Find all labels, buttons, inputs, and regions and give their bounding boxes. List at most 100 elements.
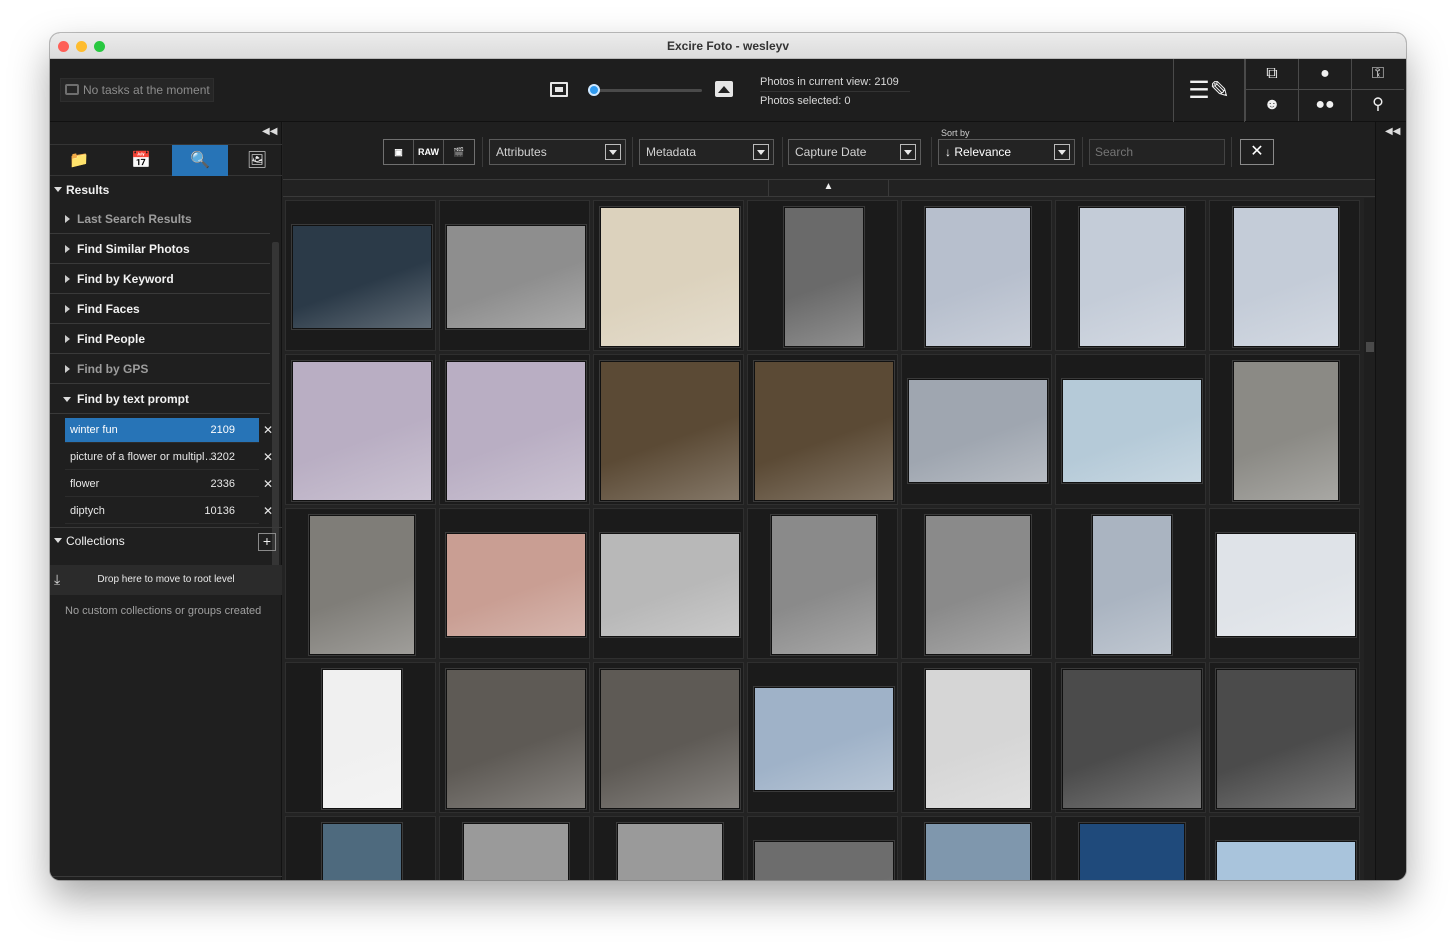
photo-thumbnail-snowy-pines[interactable] — [924, 822, 1031, 880]
photo-thumbnail-family-sled[interactable] — [907, 378, 1048, 483]
photo-thumbnail-dog-trees-snow[interactable] — [1078, 206, 1185, 347]
photo-thumbnail-mountain-forest[interactable] — [321, 822, 402, 880]
photo-thumbnail-man-woods[interactable] — [1232, 360, 1339, 501]
photo-thumbnail-bw-portrait-snow[interactable] — [445, 224, 586, 329]
photo-cell[interactable] — [285, 354, 436, 505]
collections-header[interactable]: Collections + — [50, 527, 282, 557]
photo-cell[interactable] — [439, 662, 590, 813]
photo-thumbnail-snowy-lake[interactable] — [753, 686, 894, 791]
photo-thumbnail-diptych-sledding[interactable] — [321, 668, 402, 809]
photo-cell[interactable] — [1055, 662, 1206, 813]
photo-cell[interactable] — [593, 816, 744, 880]
photo-cell[interactable] — [747, 508, 898, 659]
gps-button[interactable]: ● — [1298, 59, 1351, 90]
photo-thumbnail-bw-parent-child-2[interactable] — [924, 514, 1031, 655]
photo-cell[interactable] — [439, 354, 590, 505]
photo-thumbnail-park-bikes[interactable] — [445, 532, 586, 637]
photo-cell[interactable] — [1055, 200, 1206, 351]
photo-cell[interactable] — [593, 354, 744, 505]
photo-cell[interactable] — [901, 662, 1052, 813]
photo-thumbnail-bw-trees-2[interactable] — [616, 822, 723, 880]
tab-folders[interactable]: 📁 — [50, 145, 108, 176]
photo-cell[interactable] — [747, 816, 898, 880]
photo-thumbnail-stadium-lights[interactable] — [1061, 668, 1202, 809]
sort-dropdown[interactable]: ↓ Relevance — [938, 139, 1075, 165]
photo-thumbnail-walker-field-2[interactable] — [445, 360, 586, 501]
photo-cell[interactable] — [1055, 508, 1206, 659]
photo-cell[interactable] — [285, 200, 436, 351]
raw-filter-button[interactable]: RAW — [414, 140, 444, 164]
photo-cell[interactable] — [1209, 508, 1360, 659]
photo-thumbnail-bike-snow[interactable] — [1061, 378, 1202, 483]
close-window-button[interactable] — [58, 41, 69, 52]
prompt-item[interactable]: winter fun 2109 ✕ — [65, 418, 273, 443]
thumbnail-size-slider[interactable] — [588, 84, 702, 96]
search-button[interactable]: ⚲ — [1351, 90, 1404, 121]
photo-cell[interactable] — [1209, 200, 1360, 351]
photo-cell[interactable] — [1209, 662, 1360, 813]
photo-cell[interactable] — [593, 508, 744, 659]
photo-thumbnail-night-rink[interactable] — [291, 224, 432, 329]
image-filter-button[interactable]: ▣ — [384, 140, 414, 164]
capture-date-dropdown[interactable]: Capture Date — [788, 139, 921, 165]
slider-knob[interactable] — [588, 84, 600, 96]
tab-calendar-people[interactable]: 📅 — [112, 145, 170, 176]
prompt-item[interactable]: picture of a flower or multipl… 3202 ✕ — [65, 445, 273, 470]
minimize-window-button[interactable] — [76, 41, 87, 52]
photo-thumbnail-truck-snow-caption[interactable] — [783, 206, 864, 347]
photo-cell[interactable] — [747, 662, 898, 813]
video-filter-button[interactable]: 🎬 — [444, 140, 474, 164]
photo-thumbnail-walker-field[interactable] — [291, 360, 432, 501]
keys-button[interactable]: ⚿ — [1351, 59, 1404, 90]
search-input[interactable] — [1089, 139, 1225, 165]
photo-cell[interactable] — [439, 200, 590, 351]
sidebar-item-find-by-text-prompt[interactable]: Find by text prompt — [50, 385, 270, 414]
grid-scrollbar[interactable] — [1364, 198, 1375, 880]
photo-thumbnail-dog-snow-field[interactable] — [1215, 532, 1356, 637]
sidebar-item-last-search-results[interactable]: Last Search Results — [50, 205, 270, 234]
zoom-window-button[interactable] — [94, 41, 105, 52]
clear-filters-button[interactable]: ✕ — [1240, 139, 1274, 165]
photo-cell[interactable] — [1209, 816, 1360, 880]
photo-thumbnail-kid-sled-dog[interactable] — [924, 206, 1031, 347]
photo-cell[interactable] — [285, 816, 436, 880]
photo-thumbnail-frosty-beard-2[interactable] — [599, 668, 740, 809]
tab-collections[interactable]: 🖼 — [228, 145, 286, 176]
photo-thumbnail-woman-hat-toned[interactable] — [599, 360, 740, 501]
photo-thumbnail-sunlit-trees[interactable] — [1215, 840, 1356, 880]
scrollbar-thumb[interactable] — [1366, 342, 1374, 352]
photo-cell[interactable] — [901, 508, 1052, 659]
photo-thumbnail-man-woods-2[interactable] — [308, 514, 415, 655]
sidebar-item-find-faces[interactable]: Find Faces — [50, 295, 270, 324]
photo-cell[interactable] — [1209, 354, 1360, 505]
photo-cell[interactable] — [1055, 354, 1206, 505]
sidebar-item-find-by-keyword[interactable]: Find by Keyword — [50, 265, 270, 294]
photo-cell[interactable] — [285, 662, 436, 813]
photo-thumbnail-runner-shore[interactable] — [924, 668, 1031, 809]
prompt-item[interactable]: flower 2336 ✕ — [65, 472, 273, 497]
prompt-item[interactable]: diptych 10136 ✕ — [65, 499, 273, 524]
photo-thumbnail-ski-resort[interactable] — [1091, 514, 1172, 655]
attributes-dropdown[interactable]: Attributes — [489, 139, 626, 165]
collapse-sidebar-icon[interactable]: ◀◀ — [262, 126, 277, 137]
photo-cell[interactable] — [1055, 816, 1206, 880]
photo-cell[interactable] — [439, 508, 590, 659]
photo-cell[interactable] — [901, 354, 1052, 505]
photo-thumbnail-frosty-beard[interactable] — [445, 668, 586, 809]
people-button[interactable]: ●● — [1298, 90, 1351, 121]
photo-cell[interactable] — [747, 200, 898, 351]
photo-cell[interactable] — [593, 662, 744, 813]
photo-cell[interactable] — [439, 816, 590, 880]
photo-thumbnail-bw-sky[interactable] — [753, 840, 894, 880]
photo-thumbnail-blue-dusk[interactable] — [1078, 822, 1185, 880]
results-header[interactable]: Results — [50, 179, 270, 201]
metadata-dropdown[interactable]: Metadata — [639, 139, 774, 165]
photo-thumbnail-bw-parent-child[interactable] — [770, 514, 877, 655]
sidebar-item-find-similar-photos[interactable]: Find Similar Photos — [50, 235, 270, 264]
expand-right-panel-icon[interactable]: ◀◀ — [1385, 126, 1400, 137]
tab-search[interactable]: 🔍 — [172, 145, 228, 176]
faces-button[interactable]: ☻ — [1245, 90, 1298, 121]
edit-metadata-button[interactable]: ☰✎ — [1173, 59, 1245, 122]
photo-cell[interactable] — [285, 508, 436, 659]
sidebar-item-find-people[interactable]: Find People — [50, 325, 270, 354]
